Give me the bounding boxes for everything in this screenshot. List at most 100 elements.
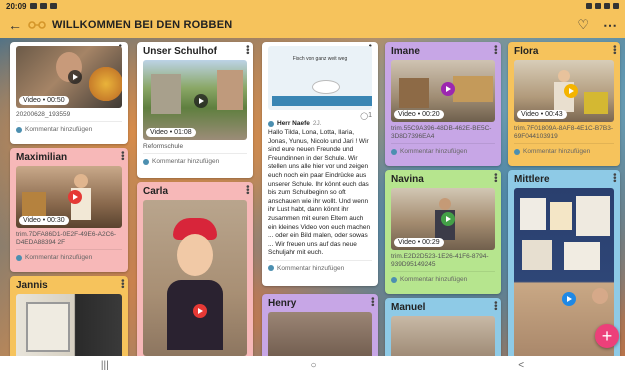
video-duration-badge: Video • 00:29 [394, 238, 444, 247]
post-title: Navina ••• [391, 173, 501, 185]
video-duration-badge: Video • 01:08 [146, 128, 196, 137]
board-title: WILLKOMMEN BEI DEN ROBBEN [52, 19, 233, 31]
image-caption-text: Fisch von ganz weit weg [292, 56, 348, 62]
image-thumbnail[interactable]: Fisch von ganz weit weg [268, 46, 372, 110]
play-icon[interactable] [193, 304, 207, 318]
post-menu-icon[interactable]: ••• [610, 173, 620, 182]
notification-icon [30, 3, 38, 9]
file-name: trim.E2D2D523-1E26-41F6-8794-939D9514924… [391, 253, 489, 268]
add-comment-link[interactable]: Kommentar hinzufügen [262, 261, 378, 276]
play-icon[interactable] [564, 84, 578, 98]
add-comment-link[interactable]: Kommentar hinzufügen [385, 144, 501, 159]
video-thumbnail[interactable] [391, 316, 495, 356]
cloud-icon [50, 3, 58, 9]
comment-avatar-icon [16, 126, 22, 133]
heart-icon[interactable]: ♡ [577, 17, 589, 33]
video-duration-badge: Video • 00:20 [394, 110, 444, 119]
image-thumbnail[interactable] [16, 294, 122, 356]
post-card-carla[interactable]: Carla ••• [137, 182, 253, 356]
glasses-logo-icon [28, 21, 46, 29]
play-icon[interactable] [562, 292, 576, 306]
file-name: trim.55C9A396-48DB-462E-BE5C-3D8D7396EA4 [391, 125, 492, 140]
post-title: Mittlere ••• [514, 173, 620, 185]
reply-count[interactable]: ◯ 1 [262, 110, 378, 120]
play-icon[interactable] [68, 190, 82, 204]
post-title: Henry ••• [268, 297, 378, 309]
system-back-button[interactable]: < [518, 360, 524, 371]
post-title: Maximilian ••• [16, 151, 128, 163]
back-arrow-icon[interactable]: ← [8, 17, 22, 33]
post-card-flora[interactable]: Flora ••• Video • 00:43 trim.7F01809A-8AF… [508, 42, 620, 166]
video-thumbnail[interactable]: Video • 01:08 [143, 60, 247, 140]
alarm-icon [586, 3, 592, 9]
gallery-icon [40, 3, 48, 9]
video-thumbnail[interactable]: Video • 00:20 [391, 60, 495, 122]
post-menu-icon[interactable]: ••• [118, 151, 128, 160]
video-duration-badge: Video • 00:30 [19, 216, 69, 225]
video-thumbnail[interactable]: Video • 00:29 [391, 188, 495, 250]
status-time: 20:09 [6, 1, 27, 11]
file-name: trim.7DFA86D1-0E2F-49E6-A2C6-D4EDA88394 … [16, 231, 117, 246]
comment-avatar-icon [391, 276, 397, 283]
comment-avatar-icon [514, 148, 520, 155]
author-avatar-icon [268, 120, 274, 127]
comment-avatar-icon [391, 148, 397, 155]
post-card-henry[interactable]: Henry ••• [262, 294, 378, 356]
play-icon[interactable] [194, 94, 208, 108]
video-thumbnail[interactable]: Video • 00:43 [514, 60, 614, 122]
status-bar: 20:09 [0, 0, 625, 12]
post-title: Carla ••• [143, 185, 253, 197]
add-comment-link[interactable]: Kommentar hinzufügen [10, 122, 128, 137]
video-thumbnail[interactable]: Video • 00:50 [16, 46, 122, 108]
comment-avatar-icon [16, 254, 22, 261]
padlet-board[interactable]: ••• Video • 00:50 20200628_193559 Kommen… [0, 38, 625, 356]
post-card-video-20200628[interactable]: ••• Video • 00:50 20200628_193559 Kommen… [10, 42, 128, 144]
post-menu-icon[interactable]: ••• [118, 279, 128, 288]
post-card-navina[interactable]: Navina ••• Video • 00:29 trim.E2D2D523-1E… [385, 170, 501, 294]
post-card-imane[interactable]: Imane ••• Video • 00:20 trim.55C9A396-48D… [385, 42, 501, 166]
home-button[interactable]: ○ [310, 360, 316, 371]
post-title: Flora ••• [514, 45, 620, 57]
post-card-welcome-letter[interactable]: ••• Fisch von ganz weit weg ◯1 Herr Naef… [262, 42, 378, 286]
system-nav-bar: ||| ○ < [0, 356, 625, 374]
play-icon[interactable] [68, 70, 82, 84]
more-options-icon[interactable]: ⋯ [603, 17, 617, 34]
comment-avatar-icon [268, 265, 274, 272]
speech-bubble-icon: ◯ [360, 113, 369, 120]
post-card-jannis[interactable]: Jannis ••• [10, 276, 128, 356]
play-icon[interactable] [441, 212, 455, 226]
add-comment-link[interactable]: Kommentar hinzufügen [385, 272, 501, 287]
post-menu-icon[interactable]: ••• [243, 185, 253, 194]
play-icon[interactable] [441, 82, 455, 96]
battery-icon [613, 3, 619, 9]
post-menu-icon[interactable]: ••• [368, 297, 378, 306]
post-author: Herr Naefe 2J. [262, 120, 378, 127]
post-card-maximilian[interactable]: Maximilian ••• Video • 00:30 trim.7DFA86D… [10, 148, 128, 272]
file-name: 20200628_193559 [16, 111, 71, 118]
post-menu-icon[interactable]: ••• [491, 45, 501, 54]
bluetooth-icon [595, 3, 601, 9]
post-body-text: Hallo Tilda, Lona, Lotta, Ilaria, Jonas,… [268, 129, 371, 257]
file-name: trim.7F01809A-8AF8-4E1C-B7B3-69F04410391… [514, 125, 613, 140]
video-thumbnail[interactable] [143, 200, 247, 356]
post-card-manuel[interactable]: Manuel ••• [385, 298, 501, 356]
add-comment-link[interactable]: Kommentar hinzufügen [10, 250, 128, 265]
post-menu-icon[interactable]: ••• [491, 301, 501, 310]
add-post-button[interactable]: + [595, 324, 619, 348]
video-thumbnail[interactable] [268, 312, 372, 356]
post-title: Jannis ••• [16, 279, 128, 291]
file-name: Reformschule [143, 143, 184, 150]
post-title: Manuel ••• [391, 301, 501, 313]
post-menu-icon[interactable]: ••• [243, 45, 253, 54]
video-thumbnail[interactable]: Video • 00:30 [16, 166, 122, 228]
post-menu-icon[interactable]: ••• [610, 45, 620, 54]
recents-button[interactable]: ||| [101, 360, 109, 371]
post-card-unser-schulhof[interactable]: Unser Schulhof ••• Video • 01:08 Reformsc… [137, 42, 253, 178]
add-comment-link[interactable]: Kommentar hinzufügen [137, 154, 253, 169]
video-duration-badge: Video • 00:50 [19, 96, 69, 105]
add-comment-link[interactable]: Kommentar hinzufügen [508, 144, 620, 159]
wifi-icon [604, 3, 610, 9]
comment-avatar-icon [143, 158, 149, 165]
post-menu-icon[interactable]: ••• [491, 173, 501, 182]
video-duration-badge: Video • 00:43 [517, 110, 567, 119]
